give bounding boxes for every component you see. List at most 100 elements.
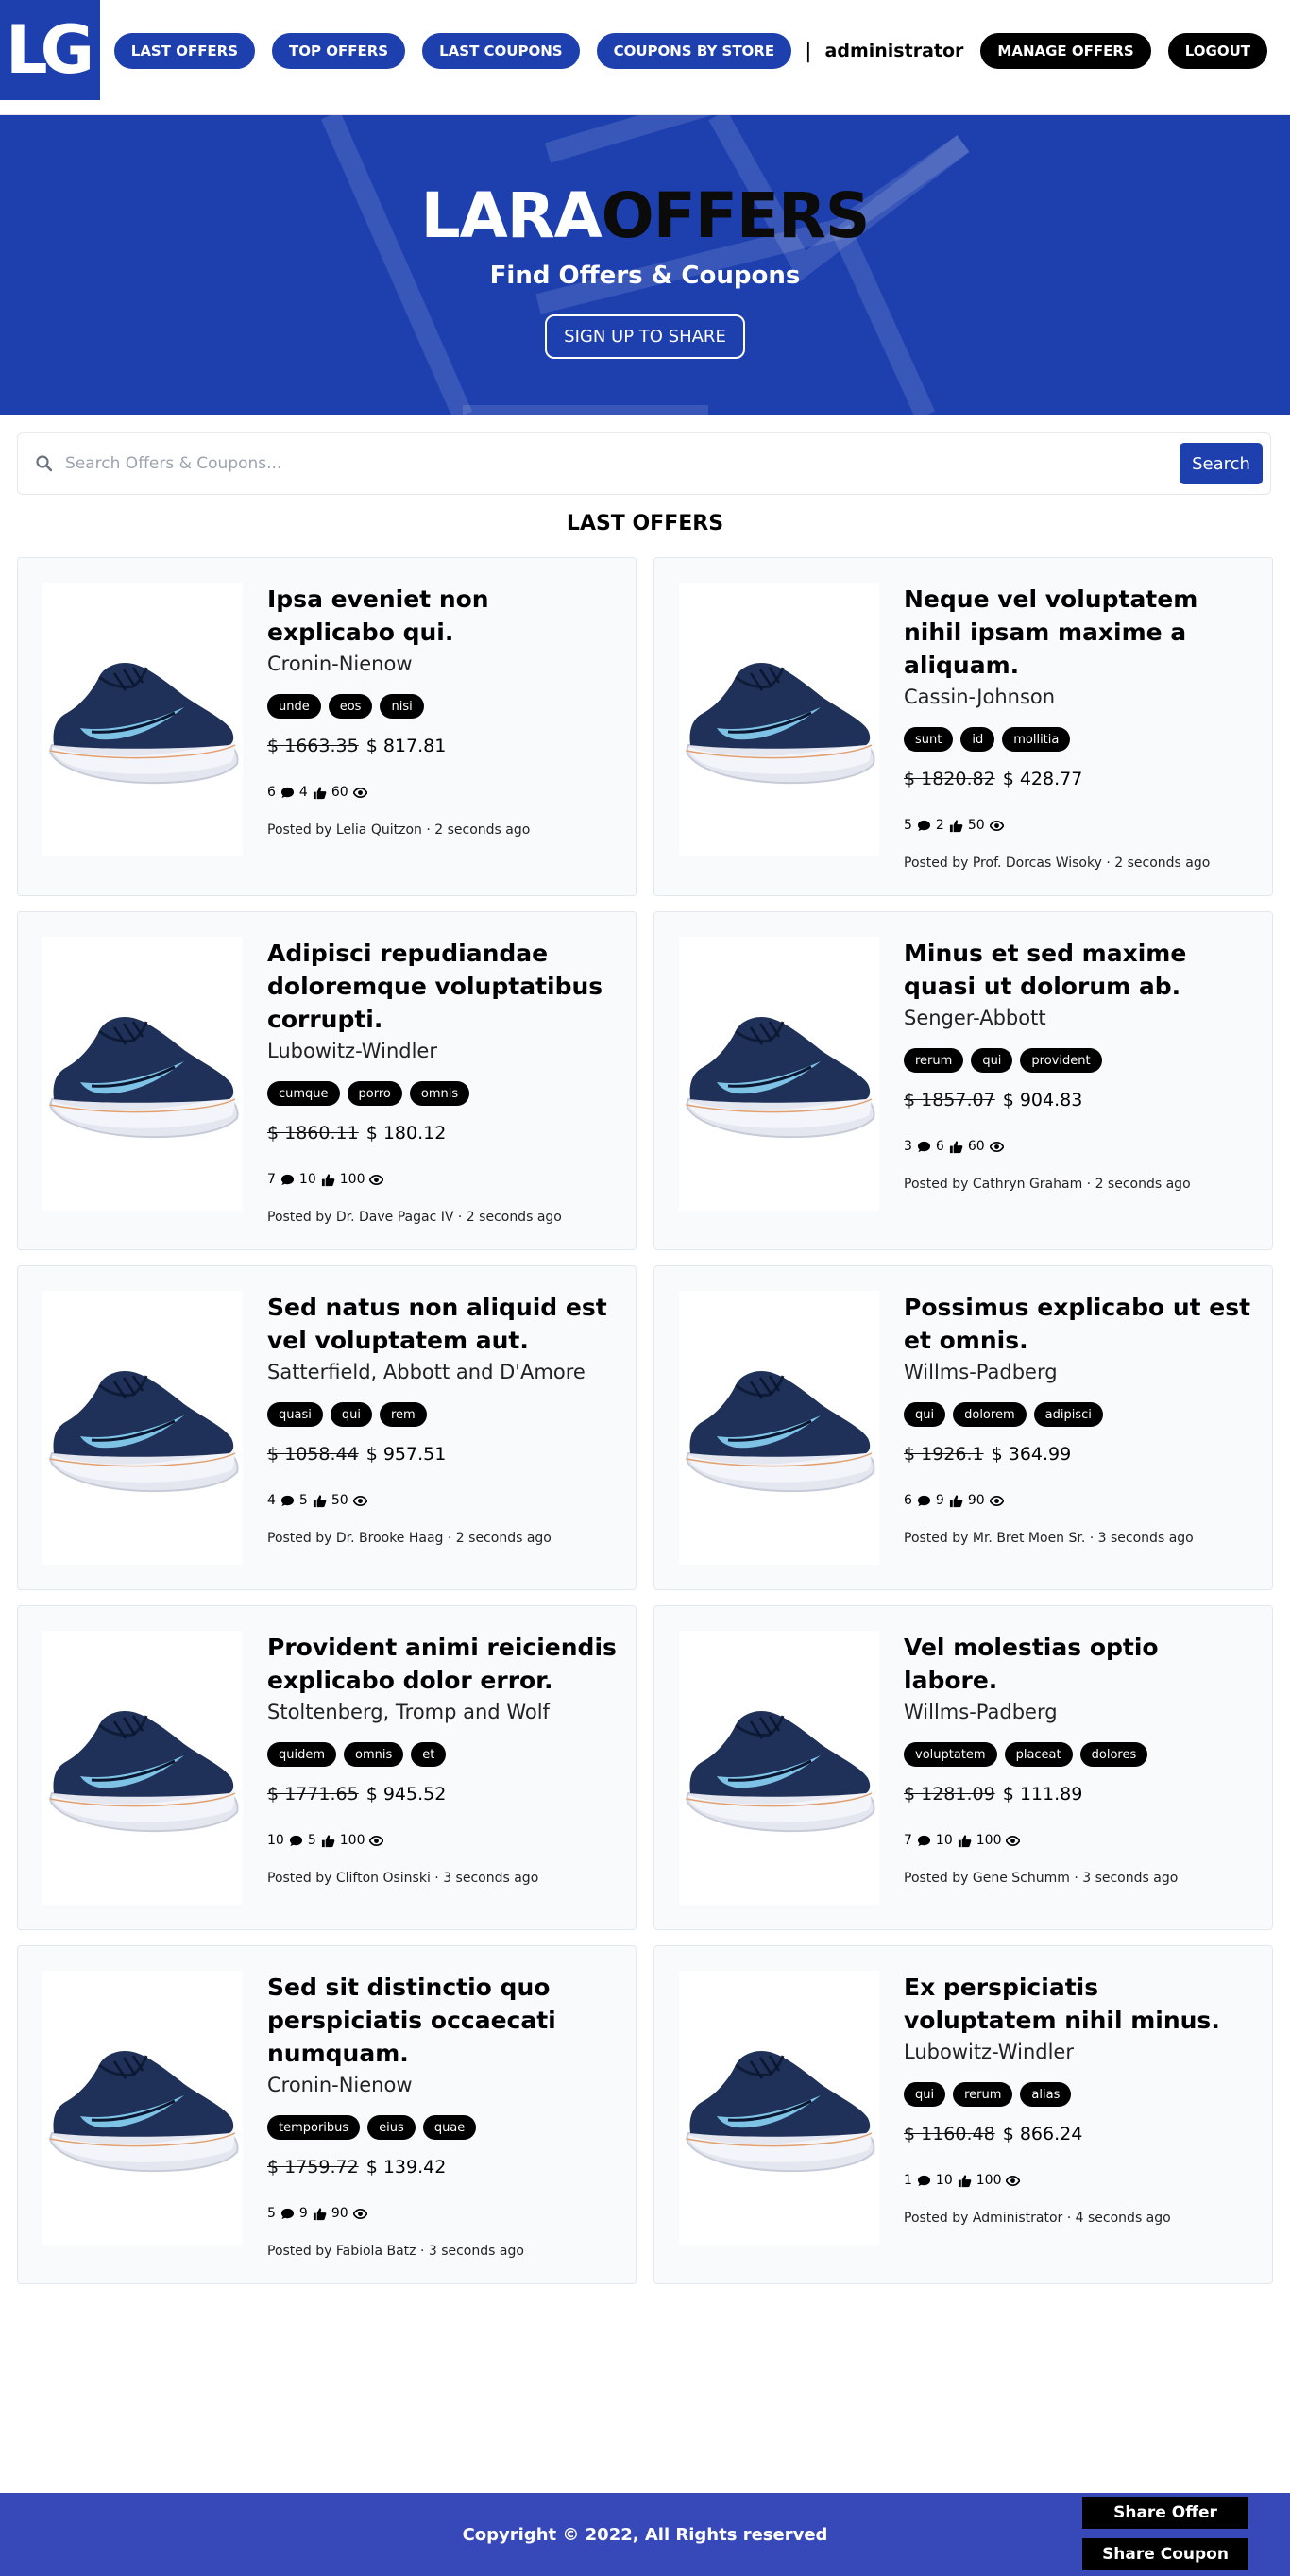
manage-offers-button[interactable]: MANAGE OFFERS — [980, 33, 1151, 69]
tag-badge[interactable]: temporibus — [267, 2115, 361, 2140]
offer-card[interactable]: Ex perspiciatis voluptatem nihil minus. … — [653, 1945, 1273, 2284]
offer-store[interactable]: Stoltenberg, Tromp and Wolf — [267, 1699, 617, 1725]
share-coupon-button[interactable]: Share Coupon — [1082, 2538, 1248, 2570]
new-price: $ 139.42 — [365, 2157, 447, 2178]
tag-badge[interactable]: qui — [330, 1402, 372, 1427]
offer-card[interactable]: Provident animi reiciendis explicabo dol… — [17, 1605, 637, 1930]
tag-badge[interactable]: nisi — [380, 694, 424, 719]
thumbs-up-icon[interactable] — [313, 2207, 327, 2221]
offer-title[interactable]: Sed natus non aliquid est vel voluptatem… — [267, 1291, 617, 1357]
tag-badge[interactable]: sunt — [904, 727, 954, 752]
signup-button[interactable]: SIGN UP TO SHARE — [545, 314, 745, 359]
tag-badge[interactable]: dolores — [1079, 1742, 1148, 1767]
offer-card[interactable]: Minus et sed maxime quasi ut dolorum ab.… — [653, 911, 1273, 1250]
offer-store[interactable]: Lubowitz-Windler — [267, 1038, 617, 1064]
offer-card[interactable]: Adipisci repudiandae doloremque voluptat… — [17, 911, 637, 1250]
tag-badge[interactable]: quae — [422, 2115, 477, 2140]
tag-badge[interactable]: alias — [1020, 2082, 1072, 2107]
offer-title[interactable]: Ex perspiciatis voluptatem nihil minus. — [904, 1971, 1253, 2037]
thumbs-up-icon[interactable] — [313, 786, 327, 800]
offer-stats: 3 6 60 — [904, 1139, 1253, 1154]
nav-top-offers[interactable]: TOP OFFERS — [272, 33, 406, 69]
tag-badge[interactable]: eos — [328, 694, 373, 719]
offer-title[interactable]: Neque vel voluptatem nihil ipsam maxime … — [904, 583, 1253, 682]
tag-badge[interactable]: porro — [347, 1081, 402, 1106]
thumbs-up-icon[interactable] — [321, 1173, 335, 1187]
thumbs-up-icon[interactable] — [958, 2174, 972, 2188]
tag-badge[interactable]: quasi — [267, 1402, 323, 1427]
tag-badge[interactable]: qui — [904, 2082, 946, 2107]
tag-badge[interactable]: placeat — [1004, 1742, 1073, 1767]
product-image — [679, 1631, 879, 1905]
offer-store[interactable]: Willms-Padberg — [904, 1359, 1253, 1385]
offer-title[interactable]: Possimus explicabo ut est et omnis. — [904, 1291, 1253, 1357]
logout-button[interactable]: LOGOUT — [1167, 33, 1267, 69]
thumbs-up-icon[interactable] — [949, 1140, 963, 1154]
tag-badge[interactable]: mollitia — [1002, 727, 1071, 752]
search-button[interactable]: Search — [1180, 443, 1263, 484]
nav-last-coupons[interactable]: LAST COUPONS — [422, 33, 580, 69]
offer-store[interactable]: Cronin-Nienow — [267, 2072, 617, 2098]
posted-by: Posted by Cathryn Graham · 2 seconds ago — [904, 1177, 1191, 1192]
old-price: $ 1771.65 — [267, 1784, 359, 1805]
offer-prices: $ 1058.44 $ 957.51 — [267, 1444, 617, 1465]
tag-badge[interactable]: qui — [904, 1402, 946, 1427]
site-logo[interactable]: LG — [0, 0, 100, 100]
tag-badge[interactable]: eius — [367, 2115, 416, 2140]
tag-badge[interactable]: dolorem — [953, 1402, 1027, 1427]
offer-title[interactable]: Adipisci repudiandae doloremque voluptat… — [267, 937, 617, 1036]
tag-badge[interactable]: quidem — [267, 1742, 337, 1767]
offer-store[interactable]: Cassin-Johnson — [904, 684, 1253, 710]
offer-prices: $ 1663.35 $ 817.81 — [267, 736, 617, 756]
offer-title[interactable]: Sed sit distinctio quo perspiciatis occa… — [267, 1971, 617, 2070]
tag-badge[interactable]: cumque — [267, 1081, 340, 1106]
offer-card[interactable]: Sed natus non aliquid est vel voluptatem… — [17, 1265, 637, 1590]
share-offer-button[interactable]: Share Offer — [1082, 2497, 1248, 2529]
tag-badge[interactable]: unde — [267, 694, 321, 719]
tag-badge[interactable]: qui — [971, 1048, 1013, 1073]
tag-badge[interactable]: rerum — [904, 1048, 964, 1073]
offer-tags: quidem omnis et — [267, 1742, 617, 1767]
offer-title[interactable]: Vel molestias optio labore. — [904, 1631, 1253, 1697]
offer-card[interactable]: Vel molestias optio labore. Willms-Padbe… — [653, 1605, 1273, 1930]
offer-title[interactable]: Provident animi reiciendis explicabo dol… — [267, 1631, 617, 1697]
nav-coupons-by-store[interactable]: COUPONS BY STORE — [596, 33, 792, 69]
offer-card[interactable]: Possimus explicabo ut est et omnis. Will… — [653, 1265, 1273, 1590]
new-price: $ 945.52 — [365, 1784, 447, 1805]
offer-card[interactable]: Neque vel voluptatem nihil ipsam maxime … — [653, 557, 1273, 896]
nav-last-offers[interactable]: LAST OFFERS — [113, 33, 256, 69]
eye-icon — [352, 1495, 367, 1506]
offer-store[interactable]: Senger-Abbott — [904, 1005, 1253, 1031]
offer-store[interactable]: Lubowitz-Windler — [904, 2039, 1253, 2065]
offer-title[interactable]: Ipsa eveniet non explicabo qui. — [267, 583, 617, 649]
search-input[interactable] — [65, 454, 1180, 473]
tag-badge[interactable]: et — [411, 1742, 447, 1767]
tag-badge[interactable]: adipisci — [1033, 1402, 1103, 1427]
sneaker-image — [48, 2050, 239, 2173]
tag-badge[interactable]: omnis — [344, 1742, 404, 1767]
offer-store[interactable]: Satterfield, Abbott and D'Amore — [267, 1359, 617, 1385]
thumbs-up-icon[interactable] — [949, 819, 963, 833]
tag-badge[interactable]: omnis — [409, 1081, 470, 1106]
tag-badge[interactable]: rerum — [953, 2082, 1013, 2107]
thumbs-up-icon[interactable] — [949, 1494, 963, 1508]
offer-store[interactable]: Cronin-Nienow — [267, 651, 617, 677]
tag-badge[interactable]: rem — [379, 1402, 427, 1427]
tag-badge[interactable]: provident — [1020, 1048, 1102, 1073]
sneaker-image — [48, 1370, 239, 1493]
product-image — [42, 1971, 243, 2245]
thumbs-up-icon[interactable] — [958, 1834, 972, 1848]
comment-count: 6 — [904, 1493, 912, 1508]
comment-icon — [917, 820, 930, 831]
tag-badge[interactable]: id — [960, 727, 995, 752]
thumbs-up-icon[interactable] — [313, 1494, 327, 1508]
tag-badge[interactable]: voluptatem — [904, 1742, 997, 1767]
thumbs-up-icon[interactable] — [321, 1834, 335, 1848]
offer-card[interactable]: Ipsa eveniet non explicabo qui. Cronin-N… — [17, 557, 637, 896]
view-count: 90 — [331, 2206, 348, 2221]
offer-store[interactable]: Willms-Padberg — [904, 1699, 1253, 1725]
offer-card[interactable]: Sed sit distinctio quo perspiciatis occa… — [17, 1945, 637, 2284]
current-username: administrator — [824, 41, 964, 61]
comment-icon — [917, 1141, 930, 1152]
offer-title[interactable]: Minus et sed maxime quasi ut dolorum ab. — [904, 937, 1253, 1003]
